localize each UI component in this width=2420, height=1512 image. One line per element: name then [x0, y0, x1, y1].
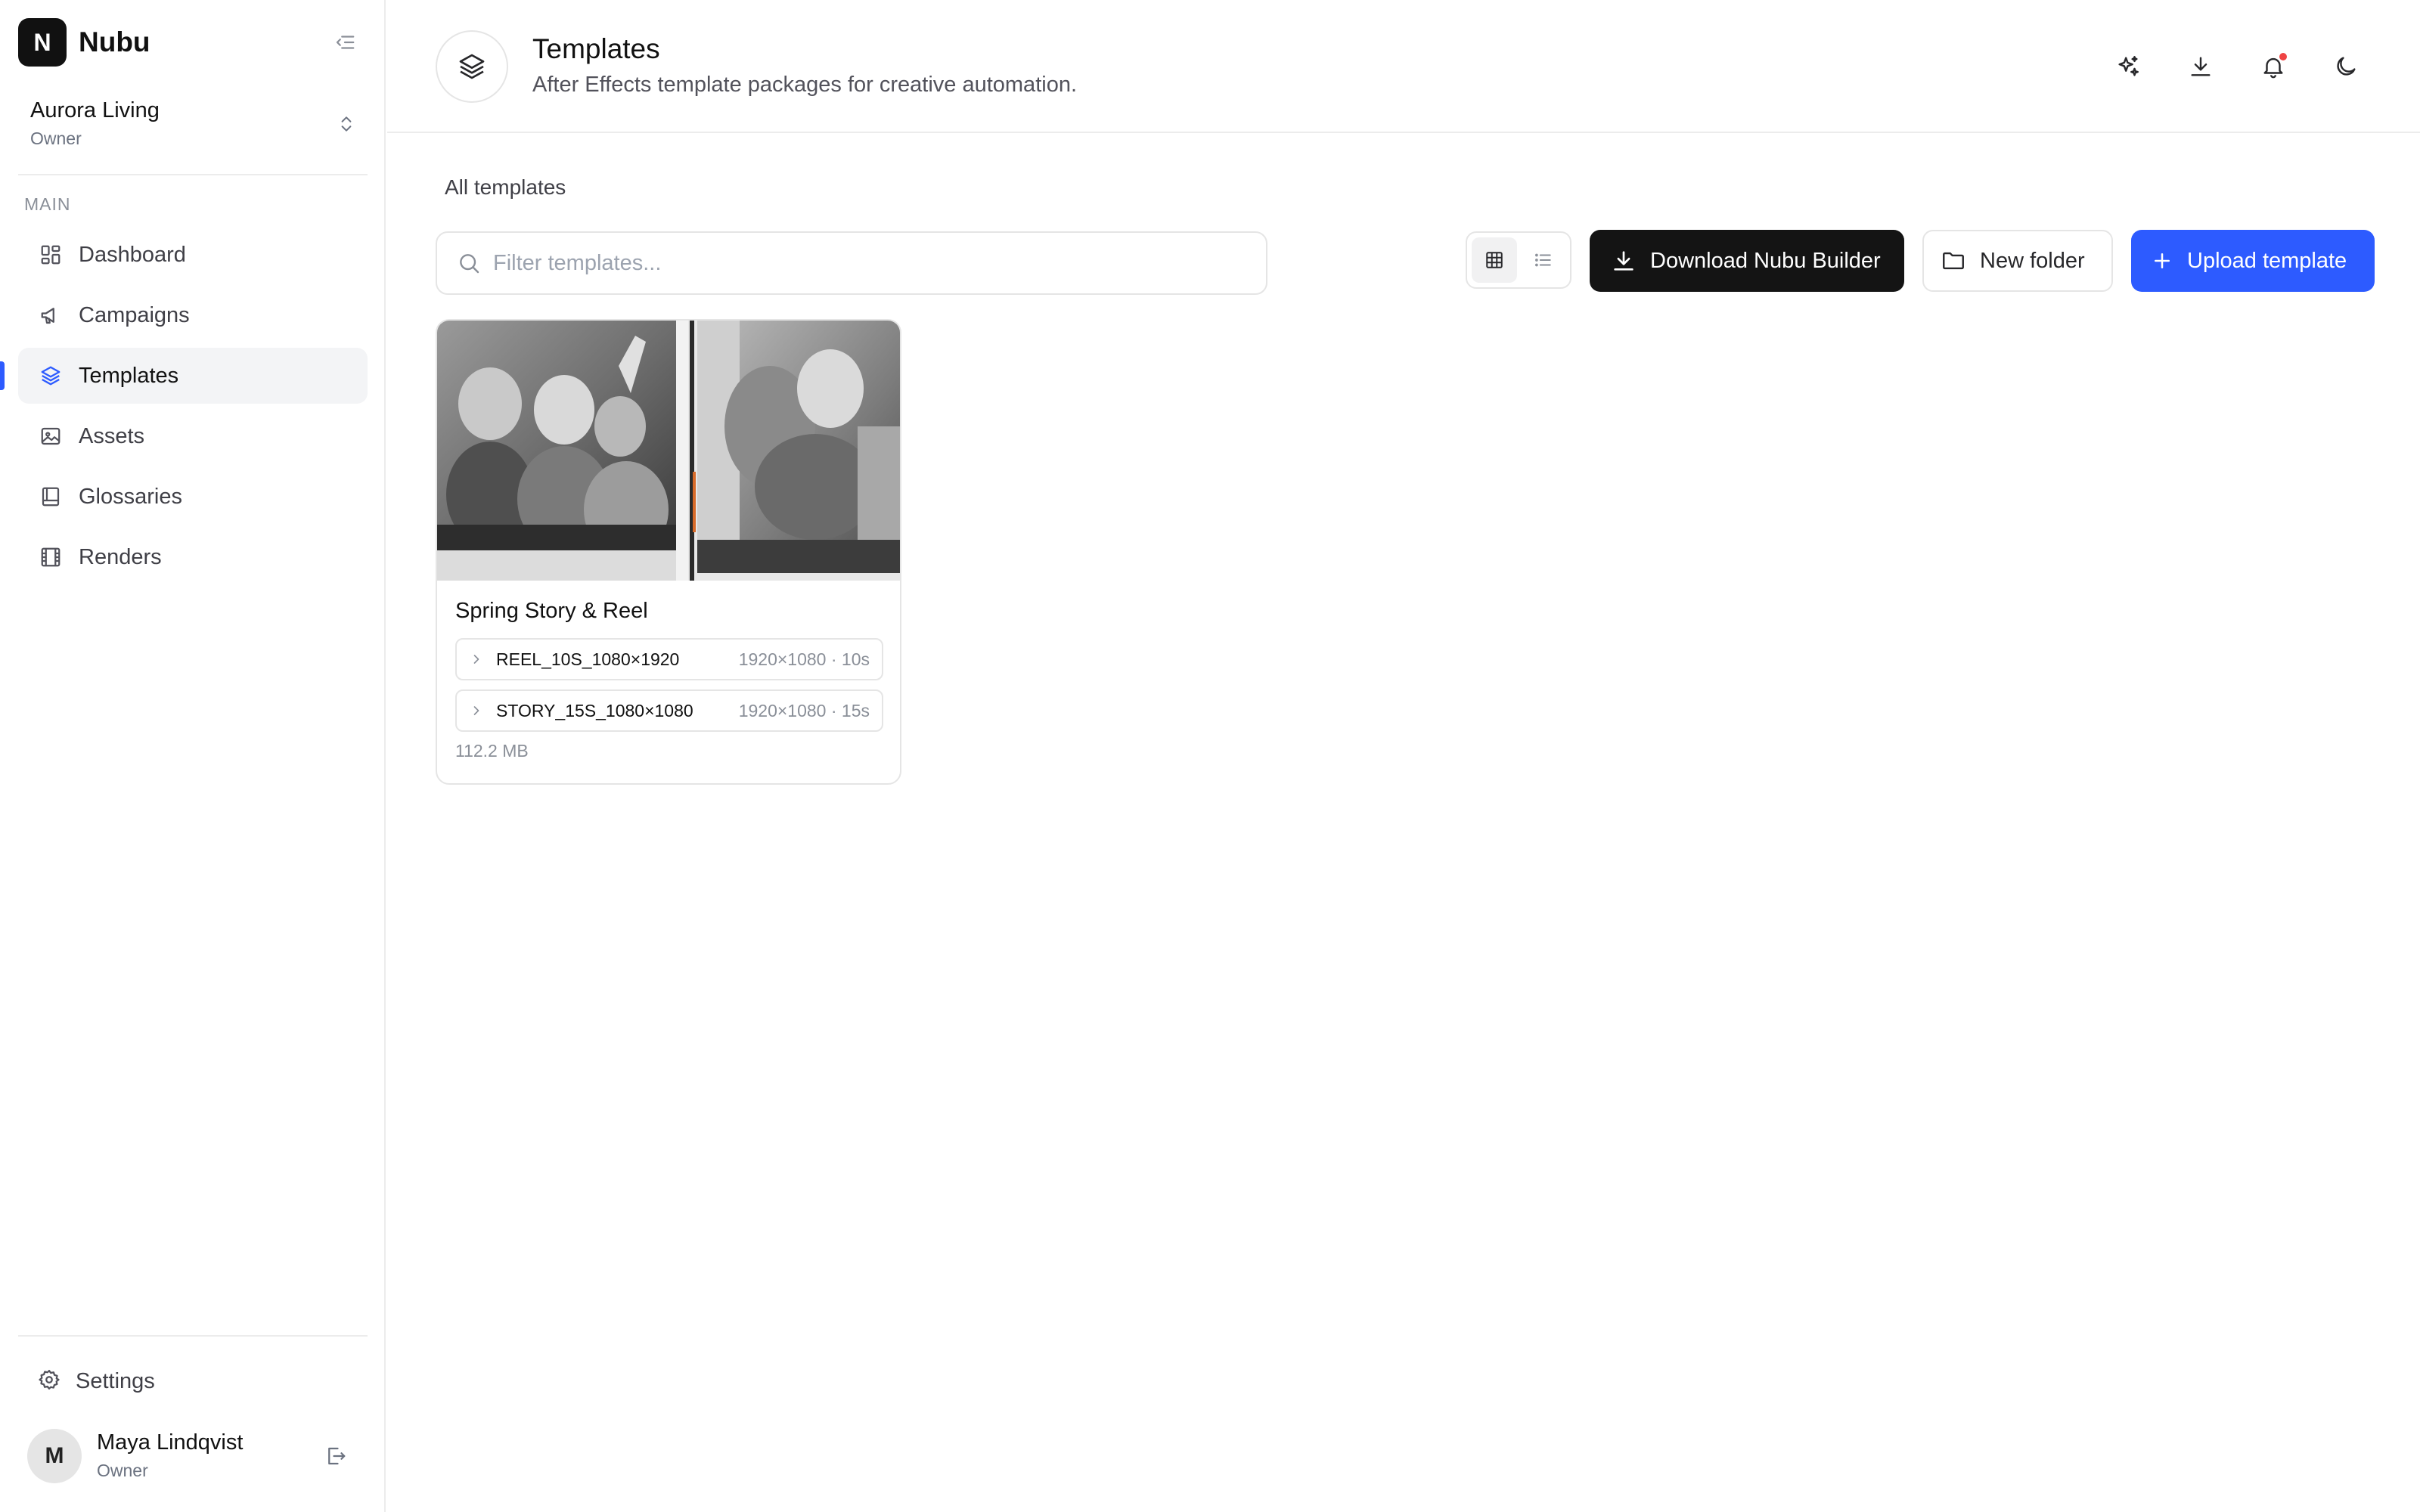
template-thumbnail[interactable]	[437, 321, 900, 581]
composition-meta: 1920×1080 · 10s	[738, 649, 870, 669]
button-label: New folder	[1980, 248, 2085, 273]
page-subtitle: After Effects template packages for crea…	[532, 73, 1078, 97]
ai-assist-button[interactable]	[2108, 47, 2148, 86]
plus-icon	[2155, 253, 2170, 268]
sparkles-icon	[2118, 56, 2139, 76]
search-icon	[460, 254, 479, 274]
sidebar-item-label: Assets	[79, 423, 145, 448]
gear-icon	[38, 1368, 60, 1395]
breadcrumb[interactable]: All templates	[445, 175, 566, 200]
app-window: N Nubu Aurora Living Owner MAIN Dashboar…	[0, 0, 2420, 1512]
collapse-sidebar-button[interactable]	[327, 26, 363, 59]
avatar: M	[27, 1429, 82, 1483]
user-role: Owner	[97, 1461, 148, 1480]
composition-name: STORY_15S_1080×1080	[496, 700, 693, 720]
logout-button[interactable]	[319, 1439, 352, 1473]
user-name: Maya Lindqvist	[97, 1430, 244, 1455]
workspace-switcher[interactable]: Aurora Living Owner	[18, 91, 366, 157]
header-actions	[2075, 47, 2366, 86]
folder-icon	[1943, 252, 1964, 270]
sidebar: N Nubu Aurora Living Owner MAIN Dashboar…	[0, 0, 386, 1512]
workspace-name: Aurora Living	[30, 98, 160, 122]
sidebar-item-assets[interactable]: Assets	[18, 408, 368, 464]
upload-template-button[interactable]: Upload template	[2131, 230, 2375, 292]
theme-toggle-button[interactable]	[2326, 47, 2366, 86]
chevron-right-icon	[457, 703, 496, 718]
image-folder-icon	[38, 423, 64, 449]
composition-meta: 1920×1080 · 15s	[738, 700, 870, 720]
template-preview-image	[437, 321, 900, 581]
template-title: Spring Story & Reel	[455, 599, 648, 623]
sidebar-item-label: Renders	[79, 544, 162, 569]
sidebar-item-glossaries[interactable]: Glossaries	[18, 469, 368, 525]
logout-icon	[328, 1447, 346, 1465]
template-file-size: 112.2 MB	[455, 741, 529, 761]
composition-name: REEL_10S_1080×1920	[496, 649, 680, 669]
sidebar-divider	[18, 174, 368, 175]
main-content: Templates After Effects template package…	[387, 0, 2420, 1512]
megaphone-icon	[38, 302, 64, 328]
app-logo: N	[18, 18, 67, 67]
download-builder-button[interactable]: Download Nubu Builder	[1590, 230, 1904, 292]
list-view-button[interactable]	[1520, 237, 1565, 283]
page-title: Templates	[532, 33, 660, 64]
chevron-up-down-icon	[331, 107, 361, 141]
layers-icon	[38, 363, 64, 389]
sidebar-item-dashboard[interactable]: Dashboard	[18, 227, 368, 283]
sidebar-item-label: Glossaries	[79, 484, 182, 509]
composition-row[interactable]: STORY_15S_1080×1080 1920×1080 · 15s	[455, 689, 883, 732]
button-label: Upload template	[2187, 248, 2347, 273]
new-folder-button[interactable]: New folder	[1922, 230, 2113, 292]
workspace-role: Owner	[30, 129, 82, 148]
grid-view-button[interactable]	[1472, 237, 1517, 283]
sidebar-item-settings[interactable]: Settings	[18, 1353, 368, 1409]
film-icon	[38, 544, 64, 570]
sidebar-item-label: Campaigns	[79, 302, 190, 327]
dashboard-icon	[38, 242, 64, 268]
app-name: Nubu	[79, 26, 150, 57]
notification-dot	[2279, 53, 2287, 60]
sidebar-item-label: Templates	[79, 363, 179, 388]
sidebar-item-campaigns[interactable]: Campaigns	[18, 287, 368, 343]
nav-section-label: MAIN	[24, 194, 71, 214]
chevron-right-icon	[457, 652, 496, 667]
sidebar-divider	[18, 1335, 368, 1337]
download-icon	[2191, 57, 2211, 76]
page-header: Templates After Effects template package…	[387, 0, 2420, 133]
notifications-button[interactable]	[2254, 47, 2293, 86]
grid-icon	[1486, 252, 1503, 268]
search-input[interactable]	[493, 250, 1219, 276]
brand[interactable]: N Nubu	[18, 18, 150, 67]
composition-row[interactable]: REEL_10S_1080×1920 1920×1080 · 10s	[455, 638, 883, 680]
sidebar-nav: Dashboard Campaigns Templates Assets Glo…	[0, 227, 368, 590]
template-card[interactable]: Spring Story & Reel REEL_10S_1080×1920 1…	[436, 319, 901, 785]
moon-icon	[2337, 57, 2356, 76]
collapse-sidebar-icon	[336, 36, 355, 49]
settings-label: Settings	[76, 1368, 155, 1393]
list-icon	[1535, 253, 1551, 267]
sidebar-item-label: Dashboard	[79, 242, 186, 267]
template-search[interactable]	[436, 231, 1267, 295]
book-icon	[38, 484, 64, 510]
sidebar-item-templates[interactable]: Templates	[0, 348, 368, 404]
view-toggle	[1466, 231, 1571, 289]
layers-icon	[436, 30, 508, 103]
button-label: Download Nubu Builder	[1650, 248, 1881, 273]
download-button[interactable]	[2181, 47, 2220, 86]
download-icon	[1614, 251, 1634, 271]
sidebar-item-renders[interactable]: Renders	[18, 529, 368, 585]
active-indicator	[0, 361, 5, 390]
user-profile[interactable]: M Maya Lindqvist Owner	[18, 1426, 368, 1489]
